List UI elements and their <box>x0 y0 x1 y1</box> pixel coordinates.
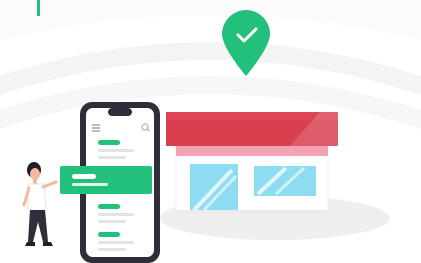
illustration-stage <box>0 0 421 263</box>
store-pickup-illustration <box>0 0 421 263</box>
location-pin-check-icon <box>222 10 270 76</box>
top-accent-bar <box>37 0 40 16</box>
menu-icon <box>92 124 100 132</box>
highlighted-card <box>60 166 152 194</box>
background-arcs <box>0 0 421 130</box>
store-window-left <box>190 164 238 214</box>
person-icon <box>22 162 58 246</box>
storefront-icon <box>166 112 338 215</box>
store-window-right <box>254 166 316 196</box>
